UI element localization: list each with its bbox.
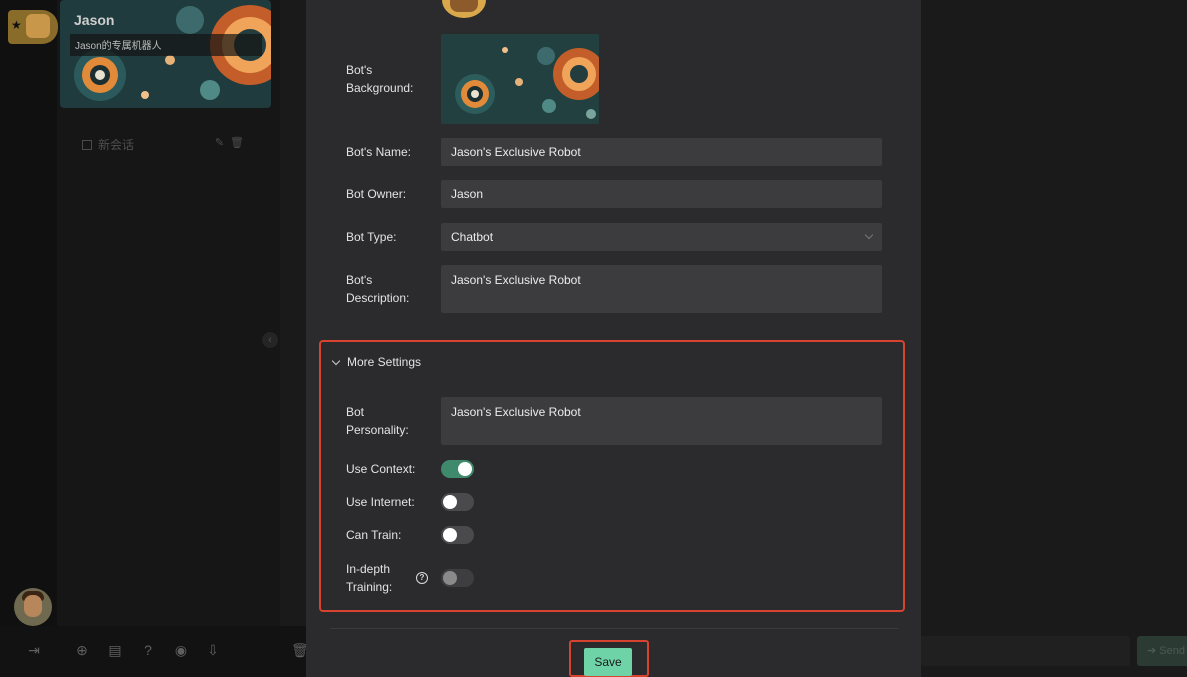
- divider: [330, 628, 898, 629]
- chat-input[interactable]: [920, 636, 1130, 666]
- use-context-label: Use Context:: [346, 462, 416, 476]
- conversation-label: 新会话: [98, 138, 135, 152]
- left-rail: [0, 0, 57, 677]
- use-internet-toggle[interactable]: [441, 493, 474, 511]
- personality-label: Bot Personality:: [346, 405, 409, 437]
- use-context-toggle[interactable]: [441, 460, 474, 478]
- camera-icon[interactable]: ◉: [173, 642, 189, 658]
- trash-icon[interactable]: 🗑: [291, 642, 309, 658]
- delete-icon[interactable]: 🗑: [230, 137, 250, 149]
- description-label: Bot's Description:: [346, 273, 410, 305]
- robot-avatar-icon: [26, 14, 50, 38]
- logout-icon[interactable]: ⇥: [26, 642, 42, 658]
- more-settings-title: More Settings: [347, 355, 422, 369]
- can-train-label: Can Train:: [346, 528, 402, 542]
- star-icon: ★: [11, 18, 22, 32]
- avatar[interactable]: [14, 588, 52, 626]
- bot-personality-field[interactable]: Jason's Exclusive Robot: [441, 397, 882, 445]
- download-icon[interactable]: ⇩: [205, 642, 221, 658]
- chat-icon: [82, 140, 92, 150]
- indepth-training-toggle: [441, 569, 474, 587]
- name-label: Bot's Name:: [346, 145, 411, 159]
- send-arrow-icon: ➔: [1147, 645, 1157, 657]
- indepth-training-label: In-depth Training:: [346, 562, 393, 594]
- send-button[interactable]: ➔ Send: [1137, 636, 1187, 666]
- help-icon[interactable]: ?: [140, 642, 156, 658]
- bot-name-field[interactable]: Jason's Exclusive Robot: [441, 138, 882, 166]
- chevron-down-icon: [864, 230, 874, 240]
- bot-card-subtitle: Jason的专属机器人: [70, 34, 262, 56]
- conversation-item[interactable]: 新会话 ✎🗑: [72, 130, 258, 158]
- can-train-toggle[interactable]: [441, 526, 474, 544]
- chevron-left-icon[interactable]: ‹: [262, 332, 278, 348]
- bot-type-value: Chatbot: [451, 230, 494, 244]
- background-image[interactable]: [441, 34, 599, 124]
- save-button[interactable]: Save: [584, 648, 632, 676]
- bot-card-name: Jason: [74, 12, 115, 28]
- bot-type-select[interactable]: Chatbot: [441, 223, 882, 251]
- current-bot-tab[interactable]: ★: [8, 10, 58, 44]
- owner-label: Bot Owner:: [346, 187, 407, 201]
- bot-settings-dialog: Bot's Background: Bot's Name: Jason's Ex…: [306, 0, 921, 677]
- bot-owner-field[interactable]: Jason: [441, 180, 882, 208]
- background-label: Bot's Background:: [346, 63, 414, 95]
- use-internet-label: Use Internet:: [346, 495, 415, 509]
- document-icon[interactable]: ▤: [107, 642, 123, 658]
- type-label: Bot Type:: [346, 230, 397, 244]
- chevron-down-icon: [331, 356, 341, 366]
- question-icon[interactable]: ?: [416, 572, 428, 584]
- more-settings-toggle[interactable]: More Settings: [331, 355, 422, 369]
- bot-description-field[interactable]: Jason's Exclusive Robot: [441, 265, 882, 313]
- bottom-toolbar: [0, 626, 320, 677]
- bot-card[interactable]: Jason Jason的专属机器人: [60, 0, 271, 108]
- add-icon[interactable]: ⊕: [74, 642, 90, 658]
- app-root: ★ Jason Jason的专属机器人 新会话 ✎🗑 ‹ ⇥ ⊕ ▤ ? ◉ ⇩…: [0, 0, 1187, 677]
- edit-icon[interactable]: ✎: [215, 137, 230, 149]
- bot-avatar[interactable]: [442, 0, 486, 18]
